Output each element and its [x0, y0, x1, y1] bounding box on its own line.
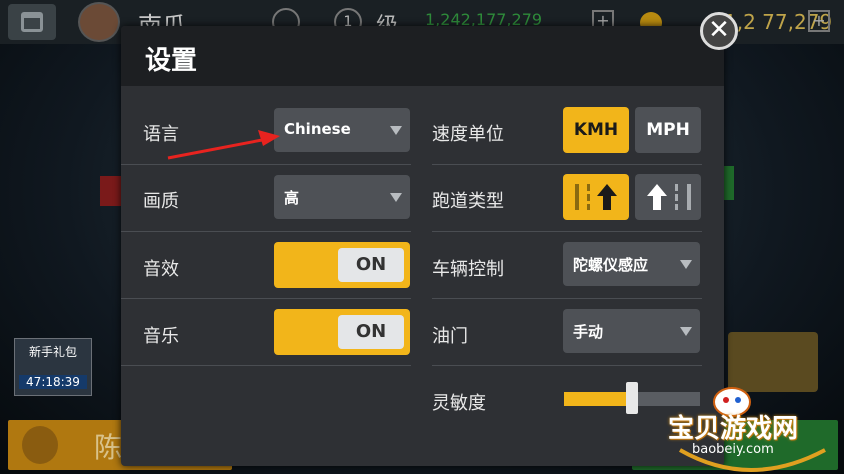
starter-gift-pack[interactable]: 新手礼包 47:18:39	[14, 338, 92, 396]
vehicle-control-label: 车辆控制	[432, 259, 504, 280]
calendar-button[interactable]	[8, 4, 56, 40]
watermark-url: baobeiy.com	[692, 442, 774, 457]
divider	[432, 298, 702, 299]
language-select[interactable]: Chinese	[274, 108, 410, 152]
divider	[432, 231, 702, 232]
lane-arrow-icon	[575, 184, 617, 210]
track-type-label: 跑道类型	[432, 191, 504, 212]
quality-select[interactable]: 高	[274, 175, 410, 219]
gift-timer: 47:18:39	[19, 375, 87, 389]
helmet-icon	[22, 426, 58, 464]
slider-thumb[interactable]	[626, 382, 638, 414]
caret-down-icon	[390, 126, 402, 135]
sound-effects-label: 音效	[143, 259, 179, 280]
quality-value: 高	[284, 189, 300, 207]
toggle-knob: ON	[338, 315, 404, 349]
divider	[432, 365, 702, 366]
divider	[121, 231, 411, 232]
quality-label: 画质	[143, 191, 179, 212]
lane-right-button[interactable]	[563, 174, 629, 220]
divider	[121, 365, 411, 366]
throttle-value: 手动	[573, 323, 604, 341]
speed-unit-label: 速度单位	[432, 124, 504, 145]
divider	[121, 298, 411, 299]
divider	[121, 164, 411, 165]
calendar-icon	[21, 12, 43, 32]
side-flag	[100, 176, 122, 206]
language-value: Chinese	[284, 120, 351, 138]
toggle-knob: ON	[338, 248, 404, 282]
throttle-label: 油门	[432, 326, 468, 347]
gift-title: 新手礼包	[28, 345, 77, 359]
watermark-title: 宝贝游戏网	[668, 414, 799, 444]
divider	[432, 164, 702, 165]
lane-arrow-icon	[647, 184, 691, 210]
slider-fill	[564, 392, 632, 406]
dialog-header: 设置	[121, 26, 724, 86]
caret-down-icon	[390, 193, 402, 202]
vehicle-control-value: 陀螺仪感应	[573, 256, 649, 274]
avatar[interactable]	[78, 2, 120, 42]
sound-effects-toggle[interactable]: ON	[274, 242, 410, 288]
throttle-select[interactable]: 手动	[563, 309, 700, 353]
mph-button[interactable]: MPH	[635, 107, 701, 153]
music-toggle[interactable]: ON	[274, 309, 410, 355]
caret-down-icon	[680, 260, 692, 269]
kmh-button[interactable]: KMH	[563, 107, 629, 153]
sensitivity-label: 灵敏度	[432, 393, 486, 414]
music-label: 音乐	[143, 326, 179, 347]
dialog-title: 设置	[145, 46, 198, 76]
lane-left-button[interactable]	[635, 174, 701, 220]
close-icon: ✕	[708, 15, 730, 45]
caret-down-icon	[680, 327, 692, 336]
close-button[interactable]: ✕	[700, 12, 738, 50]
vehicle-control-select[interactable]: 陀螺仪感应	[563, 242, 700, 286]
add-gold-button[interactable]: +	[808, 10, 830, 32]
language-label: 语言	[143, 124, 179, 145]
